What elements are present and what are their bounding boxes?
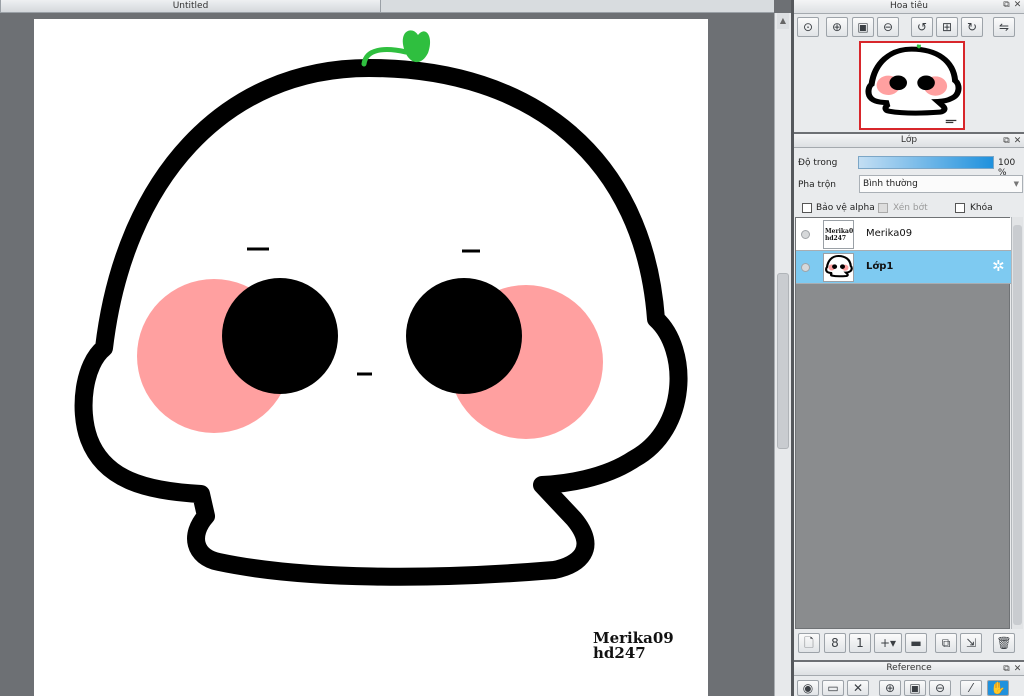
layer-name: Merika09 <box>866 228 913 239</box>
navigator-preview[interactable] <box>859 41 965 130</box>
character-illustration <box>74 30 688 586</box>
lock-label: Khóa <box>970 203 993 213</box>
thumb-text-1: Merika09 <box>825 228 854 235</box>
trash-icon[interactable]: 🗑 <box>993 633 1015 653</box>
layer-panel: Lớp ⧉ ✕ Độ trong 100 % Pha trộn Bình thư… <box>794 134 1024 660</box>
merge-layer-icon[interactable]: ⇲ <box>960 633 982 653</box>
protect-alpha-checkbox[interactable] <box>802 203 812 213</box>
zoom-out-icon[interactable]: ⊖ <box>929 680 951 696</box>
zoom-in-icon[interactable]: ⊕ <box>879 680 901 696</box>
navigator-panel: Hoa tiêu ⧉ ✕ ⊙ ⊕ ▣ ⊖ ↺ ⊞ ↻ ⇋ <box>794 0 1024 132</box>
navigator-thumbnail <box>865 44 962 124</box>
layer-name: Lớp1 <box>866 261 894 272</box>
layer-thumbnail-image <box>825 254 853 278</box>
layer-panel-title: Lớp <box>794 134 1024 148</box>
rotate-left-icon[interactable]: ↺ <box>911 17 933 37</box>
left-eye <box>222 278 338 394</box>
clipping-checkbox[interactable] <box>878 203 888 213</box>
layer-row-selected[interactable]: Lớp1 ✲ <box>796 251 1011 284</box>
canvas-workspace[interactable]: Untitled Merika09 hd247 <box>0 0 774 696</box>
navigator-title: Hoa tiêu <box>794 0 1024 14</box>
scroll-up-arrow-icon[interactable]: ▲ <box>777 13 789 29</box>
panel-close-icon[interactable]: ✕ <box>1013 664 1022 674</box>
actual-size-icon[interactable]: ⊞ <box>936 17 958 37</box>
visibility-toggle-icon[interactable] <box>801 263 810 272</box>
new-layer-icon[interactable]: 🗋 <box>798 633 820 653</box>
panel-menu-icon[interactable]: ⧉ <box>1002 664 1011 674</box>
chevron-down-icon: ▼ <box>1013 180 1019 188</box>
blend-mode-value: Bình thường <box>863 179 918 189</box>
layer-row[interactable]: Merika09 hd247 Merika09 <box>796 218 1011 251</box>
open-folder-icon[interactable]: ▭ <box>822 680 844 696</box>
reference-title: Reference <box>794 662 1024 676</box>
fit-screen-icon[interactable]: ▣ <box>904 680 926 696</box>
settings-gear-icon[interactable]: ✲ <box>992 258 1005 275</box>
scroll-thumb[interactable] <box>777 273 789 449</box>
new-1bit-layer-icon[interactable]: 1 <box>849 633 871 653</box>
canvas-vertical-scrollbar[interactable]: ▲ <box>774 13 791 696</box>
layer-list[interactable]: Merika09 hd247 Merika09 Lớp1 ✲ <box>795 217 1011 629</box>
eyedropper-icon[interactable]: ⁄ <box>960 680 982 696</box>
clipping-label: Xén bớt <box>893 203 928 213</box>
flip-icon[interactable]: ⇋ <box>993 17 1015 37</box>
reference-panel: Reference ⧉ ✕ ◉ ▭ ✕ ⊕ ▣ ⊖ ⁄ ✋ <box>794 662 1024 696</box>
new-folder-icon[interactable]: ▬ <box>905 633 927 653</box>
add-layer-menu-icon[interactable]: +▾ <box>874 633 902 653</box>
camera-icon[interactable]: ◉ <box>797 680 819 696</box>
layer-toolbar: 🗋 8 1 +▾ ▬ ⧉ ⇲ 🗑 <box>794 631 1024 657</box>
panel-close-icon[interactable]: ✕ <box>1013 136 1022 146</box>
zoom-out-icon[interactable]: ⊖ <box>877 17 899 37</box>
right-eye <box>406 278 522 394</box>
zoom-in-icon[interactable]: ⊕ <box>826 17 848 37</box>
sprout-leaf <box>402 30 431 63</box>
opacity-label: Độ trong <box>798 158 838 168</box>
signature-text: Merika09 hd247 <box>593 631 674 661</box>
layer-thumbnail: Merika09 hd247 <box>823 220 854 249</box>
fit-screen-icon[interactable]: ▣ <box>852 17 874 37</box>
protect-alpha-label: Bảo vệ alpha <box>816 203 875 213</box>
drawing-canvas[interactable]: Merika09 hd247 <box>34 19 708 696</box>
hand-icon[interactable]: ✋ <box>987 680 1009 696</box>
duplicate-layer-icon[interactable]: ⧉ <box>935 633 957 653</box>
rotate-right-icon[interactable]: ↻ <box>961 17 983 37</box>
scroll-thumb[interactable] <box>1013 225 1022 625</box>
blend-label: Pha trộn <box>798 180 836 190</box>
lock-checkbox[interactable] <box>955 203 965 213</box>
panel-close-icon[interactable]: ✕ <box>1013 0 1022 10</box>
opacity-slider[interactable] <box>858 156 994 169</box>
layer-thumbnail <box>823 253 854 282</box>
panel-menu-icon[interactable]: ⧉ <box>1002 0 1011 10</box>
layer-list-scrollbar[interactable] <box>1011 217 1023 629</box>
panel-menu-icon[interactable]: ⧉ <box>1002 136 1011 146</box>
thumb-text-2: hd247 <box>825 235 847 242</box>
zoom-fit-icon[interactable]: ⊙ <box>797 17 819 37</box>
document-tab[interactable]: Untitled <box>0 0 381 13</box>
new-mask-layer-icon[interactable]: 8 <box>824 633 846 653</box>
signature-line-2: hd247 <box>593 644 646 662</box>
tab-bar-background <box>381 0 774 13</box>
visibility-toggle-icon[interactable] <box>801 230 810 239</box>
blend-mode-select[interactable]: Bình thường ▼ <box>859 175 1023 193</box>
close-icon[interactable]: ✕ <box>847 680 869 696</box>
